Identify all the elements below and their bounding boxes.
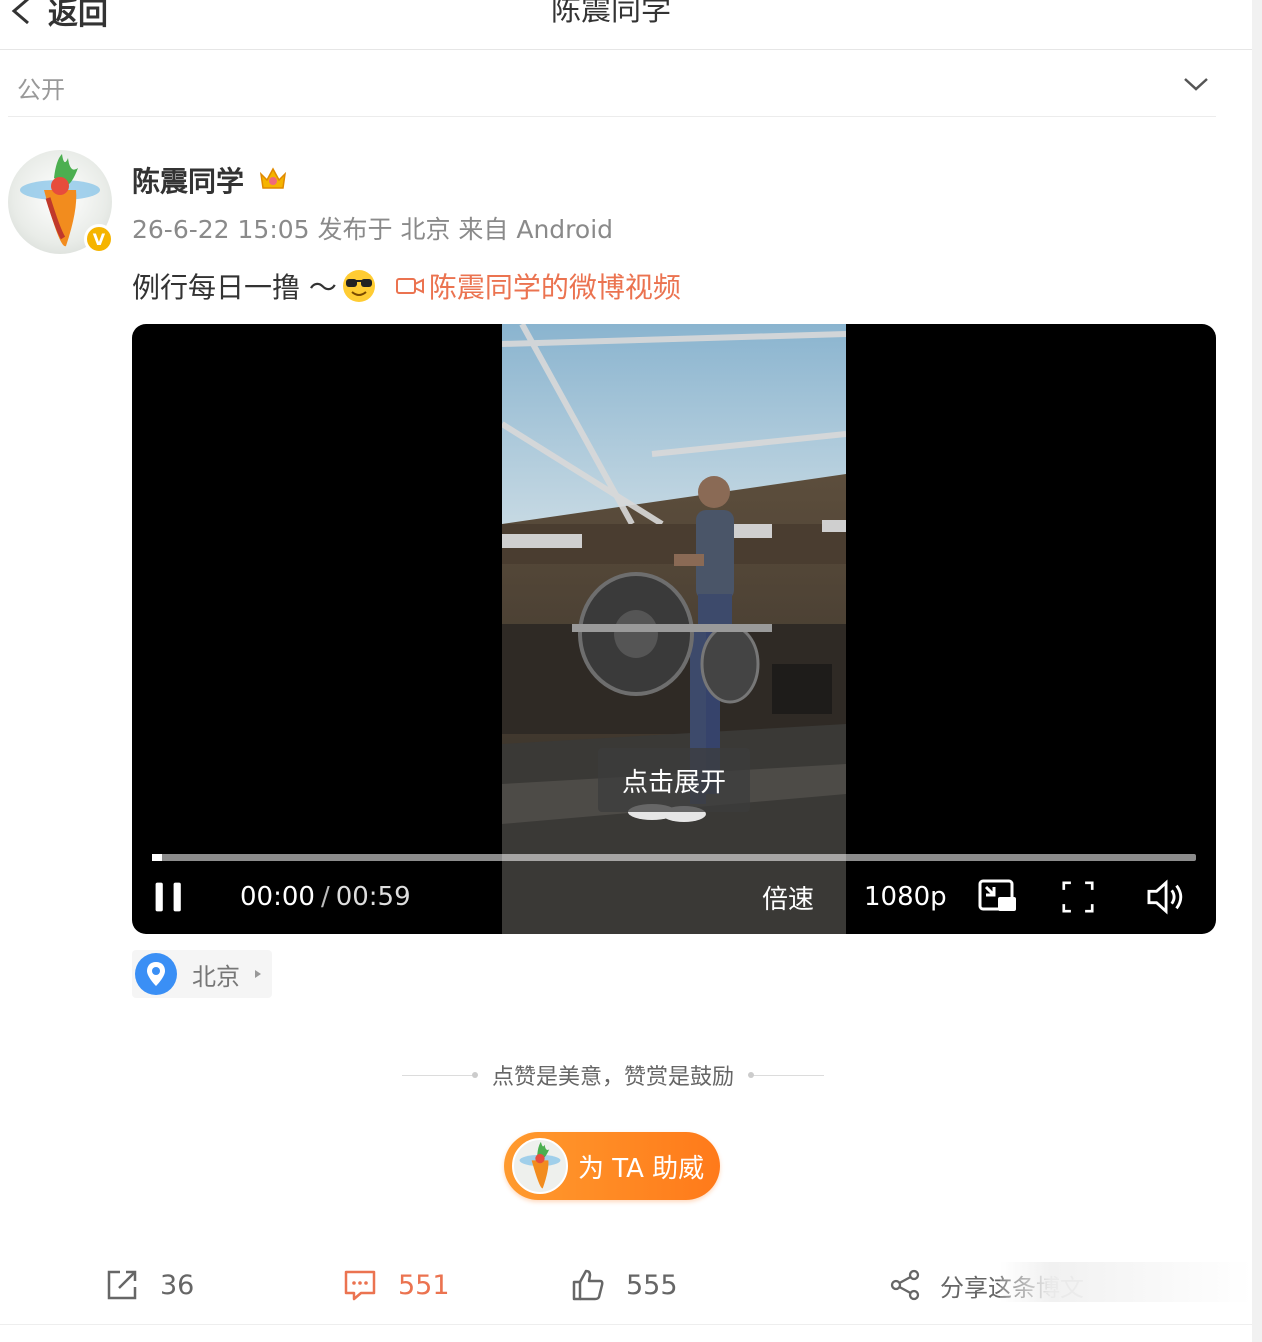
location-label: 北京 (192, 962, 240, 991)
video-thumbnail-image (502, 324, 846, 934)
crown-icon (259, 167, 287, 189)
visibility-label: 公开 (17, 76, 65, 104)
time-separator: / (320, 882, 330, 912)
author-avatar[interactable]: V (8, 150, 114, 254)
location-tag[interactable]: 北京 (132, 950, 272, 998)
video-time: 00:00 / 00:59 (240, 874, 411, 920)
top-bar: 返回 陈震同学 (0, 0, 1252, 50)
comment-icon (344, 1270, 376, 1301)
divider-left (401, 1071, 478, 1078)
redaction-mask (1000, 1262, 1252, 1302)
cheer-avatar (512, 1138, 568, 1194)
duration: 00:59 (335, 882, 411, 912)
divider-right (748, 1071, 824, 1078)
author-name[interactable]: 陈震同学 (132, 160, 244, 200)
page-title: 陈震同学 (551, 0, 671, 28)
video-link[interactable]: 陈震同学的微博视频 (395, 266, 681, 306)
picture-in-picture-icon (978, 879, 1016, 911)
scrollbar[interactable] (1252, 0, 1262, 1342)
carrot-logo-icon (519, 1141, 561, 1189)
visibility-row[interactable]: 公开 (8, 52, 1216, 117)
fullscreen-icon (1062, 881, 1094, 913)
cheer-button[interactable]: 为 TA 助威 (504, 1132, 720, 1200)
quality-button[interactable]: 1080p (864, 874, 947, 920)
video-progress-fill (152, 854, 163, 861)
video-link-label: 陈震同学的微博视频 (428, 271, 681, 304)
comment-count: 551 (398, 1269, 450, 1301)
video-frame[interactable] (502, 324, 846, 934)
fullscreen-button[interactable] (1062, 874, 1098, 920)
share-icon (890, 1269, 920, 1301)
expand-button[interactable]: 点击展开 (598, 748, 750, 812)
post-content: 例行每日一撸 ～ 陈震同学的微博视频 (132, 266, 681, 306)
speed-button[interactable]: 倍速 (762, 874, 814, 920)
pause-icon (155, 882, 181, 912)
like-count: 555 (626, 1269, 678, 1301)
video-player[interactable]: 点击展开 00:00 / 00:59 倍速 1080p (132, 324, 1216, 934)
repost-icon (107, 1270, 137, 1300)
repost-button[interactable]: 36 (104, 1262, 194, 1308)
post-text: 例行每日一撸 ～ (132, 271, 337, 304)
video-progress-bar[interactable] (152, 854, 1196, 861)
volume-icon (1147, 879, 1183, 915)
pause-button[interactable] (152, 874, 192, 920)
thumbs-up-icon (572, 1269, 604, 1301)
verified-badge-icon: V (84, 224, 114, 254)
picture-in-picture-button[interactable] (978, 874, 1018, 920)
reward-note-text: 点赞是美意，赞赏是鼓励 (491, 1065, 734, 1090)
video-camera-icon (395, 278, 424, 294)
bottom-divider (0, 1324, 1252, 1325)
cheer-label: 为 TA 助威 (578, 1153, 705, 1184)
sunglasses-emoji-icon (342, 270, 375, 302)
post-meta: 26-6-22 15:05 发布于 北京 来自 Android (132, 215, 614, 244)
repost-count: 36 (160, 1269, 195, 1301)
triangle-right-icon (255, 970, 261, 978)
chevron-down-icon[interactable] (1182, 70, 1210, 98)
volume-button[interactable] (1146, 874, 1190, 920)
comment-button[interactable]: 551 (342, 1262, 450, 1308)
like-button[interactable]: 555 (570, 1262, 678, 1308)
reward-note: 点赞是美意，赞赏是鼓励 (385, 1058, 841, 1092)
current-time: 00:00 (240, 882, 315, 912)
location-pin-icon (135, 953, 177, 995)
